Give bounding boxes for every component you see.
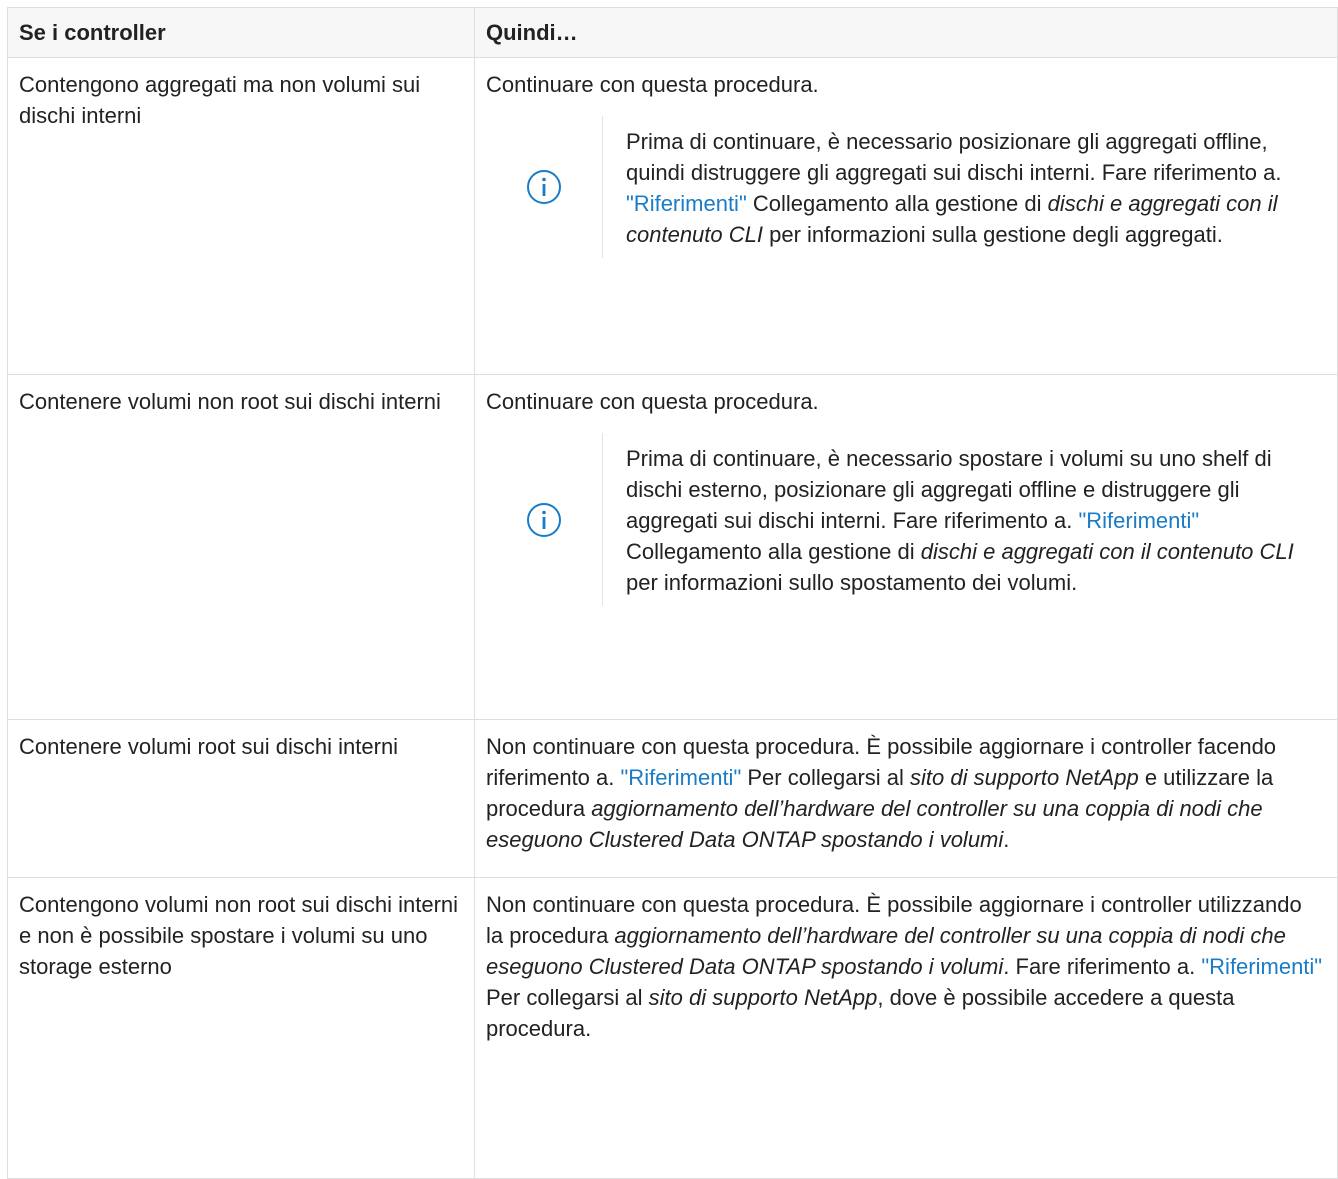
table-row: Contengono volumi non root sui dischi in…: [7, 877, 1338, 1179]
riferimenti-link[interactable]: "Riferimenti": [1078, 508, 1199, 533]
action-text: Continuare con questa procedura.: [486, 389, 819, 414]
action-text: Non continuare con questa procedura. È p…: [486, 892, 1323, 1041]
note-text: Prima di continuare, è necessario sposta…: [626, 446, 1294, 595]
condition-cell: Contenere volumi non root sui dischi int…: [7, 374, 475, 720]
table-row: Contenere volumi root sui dischi interni…: [7, 719, 1338, 878]
table-row: Contengono aggregati ma non volumi sui d…: [7, 57, 1338, 375]
condition-cell: Contengono volumi non root sui dischi in…: [7, 877, 475, 1179]
note-text: Prima di continuare, è necessario posizi…: [626, 129, 1282, 247]
condition-text: Contenere volumi root sui dischi interni: [19, 734, 399, 759]
header-action: Quindi…: [474, 7, 1338, 58]
info-note: Prima di continuare, è necessario sposta…: [486, 433, 1324, 606]
decision-table: Se i controller Quindi… Contengono aggre…: [7, 7, 1338, 1179]
action-text: Non continuare con questa procedura. È p…: [486, 734, 1277, 852]
header-condition: Se i controller: [7, 7, 475, 58]
condition-cell: Contenere volumi root sui dischi interni: [7, 719, 475, 878]
table-row: Contenere volumi non root sui dischi int…: [7, 374, 1338, 720]
action-text: Continuare con questa procedura.: [486, 72, 819, 97]
procedure-table-container: Se i controller Quindi… Contengono aggre…: [7, 7, 1338, 1179]
condition-text: Contengono aggregati ma non volumi sui d…: [19, 72, 421, 128]
condition-cell: Contengono aggregati ma non volumi sui d…: [7, 57, 475, 375]
condition-text: Contengono volumi non root sui dischi in…: [19, 892, 459, 979]
riferimenti-link[interactable]: "Riferimenti": [626, 191, 747, 216]
action-cell: Continuare con questa procedura. Prima d…: [474, 57, 1338, 375]
condition-text: Contenere volumi non root sui dischi int…: [19, 389, 441, 414]
info-icon: [527, 170, 561, 204]
action-cell: Non continuare con questa procedura. È p…: [474, 719, 1338, 878]
info-icon: [527, 502, 561, 537]
riferimenti-link[interactable]: "Riferimenti": [1201, 954, 1322, 979]
table-header-row: Se i controller Quindi…: [7, 7, 1338, 58]
riferimenti-link[interactable]: "Riferimenti": [621, 765, 742, 790]
info-note: Prima di continuare, è necessario posizi…: [486, 116, 1324, 258]
action-cell: Continuare con questa procedura. Prima d…: [474, 374, 1338, 720]
action-cell: Non continuare con questa procedura. È p…: [474, 877, 1338, 1179]
